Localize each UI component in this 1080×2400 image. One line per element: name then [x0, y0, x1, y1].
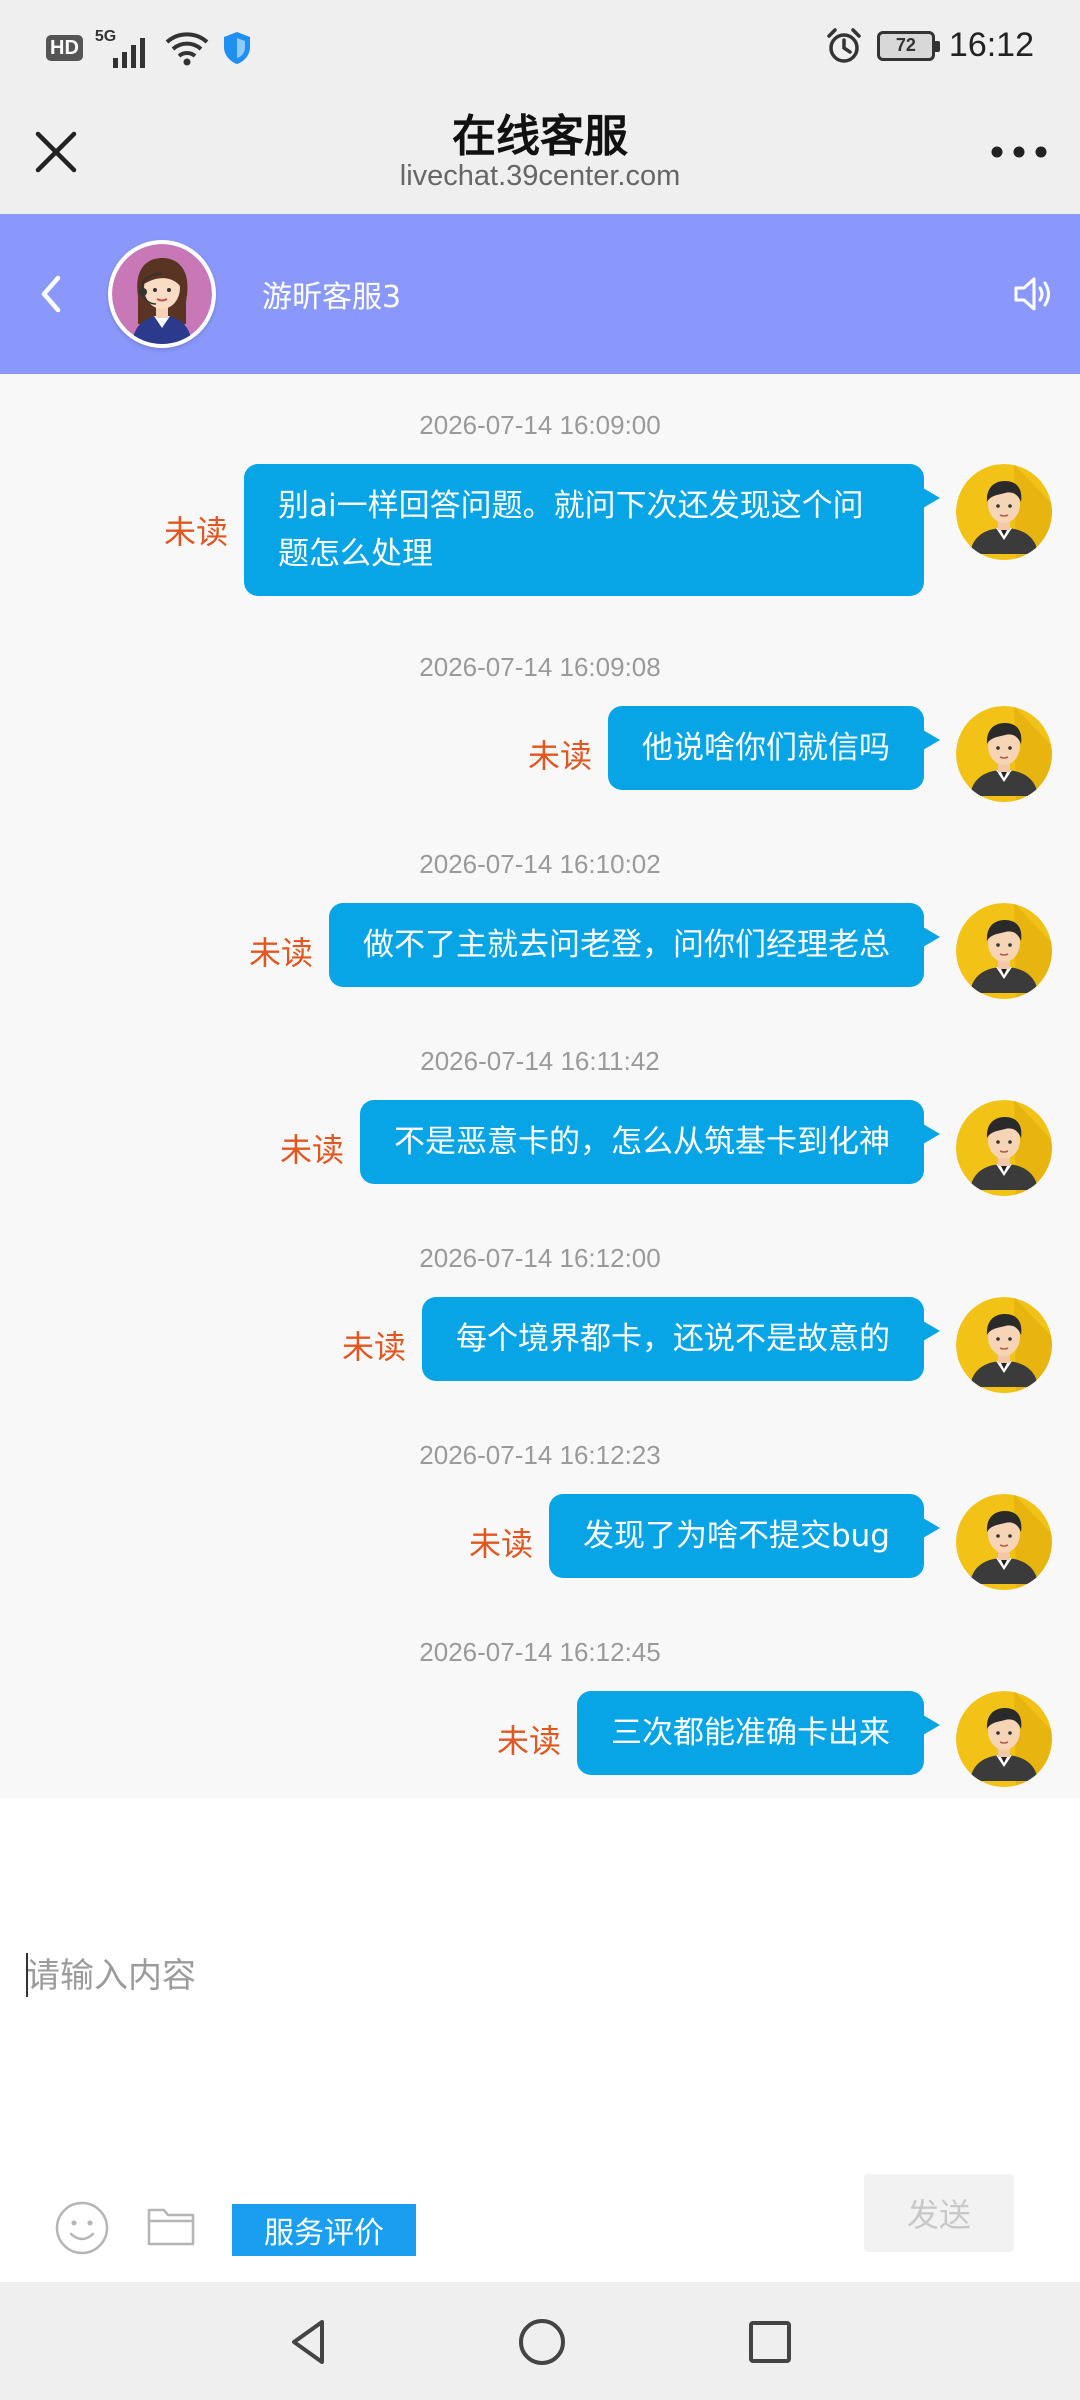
more-dots-icon: [991, 146, 1047, 158]
message-row: 未读 三次都能准确卡出来: [497, 1691, 1052, 1787]
back-button[interactable]: [26, 264, 76, 324]
browser-header: 在线客服 livechat.39center.com: [0, 96, 1080, 214]
unread-label: 未读: [527, 737, 592, 775]
message-timestamp: 2026-07-14 16:11:42: [420, 1046, 660, 1076]
message-timestamp: 2026-07-14 16:09:08: [419, 652, 661, 682]
message-row: 未读 发现了为啥不提交bug: [469, 1494, 1052, 1590]
unread-label: 未读: [341, 1328, 406, 1366]
battery-level: 72: [895, 35, 916, 55]
wifi-icon: [165, 32, 209, 66]
message-list[interactable]: 2026-07-14 16:09:00 未读 别ai一样回答问题。就问下次还发现…: [0, 374, 1080, 1798]
message-timestamp: 2026-07-14 16:12:23: [419, 1440, 661, 1470]
user-avatar: [956, 706, 1052, 802]
user-avatar: [956, 1691, 1052, 1787]
user-avatar: [956, 1297, 1052, 1393]
battery-icon: 72: [876, 30, 940, 61]
nav-home-button[interactable]: [512, 2312, 572, 2372]
status-left: HD 5G: [46, 28, 253, 68]
speaker-button[interactable]: [1010, 270, 1058, 318]
message-timestamp: 2026-07-14 16:09:00: [419, 410, 661, 440]
unread-label: 未读: [279, 1131, 344, 1169]
user-avatar: [956, 903, 1052, 999]
hd-badge: HD: [46, 35, 83, 61]
message-timestamp: 2026-07-14 16:12:45: [419, 1637, 661, 1667]
message-row: 未读 不是恶意卡的，怎么从筑基卡到化神: [280, 1100, 1052, 1196]
user-avatar: [956, 1494, 1052, 1590]
mobile-signal-icon: 5G: [95, 28, 153, 68]
agent-name: 游昕客服3: [262, 280, 402, 315]
unread-label: 未读: [163, 513, 228, 551]
folder-button[interactable]: [146, 2202, 196, 2250]
unread-label: 未读: [248, 934, 313, 972]
service-rating-button[interactable]: 服务评价: [232, 2204, 416, 2256]
message-bubble[interactable]: 别ai一样回答问题。就问下次还发现这个问题怎么处理: [244, 464, 940, 596]
system-nav-bar: [0, 2282, 1080, 2400]
emoji-button[interactable]: [54, 2200, 110, 2256]
page-url: livechat.39center.com: [399, 160, 681, 192]
circle-home-icon: [519, 2319, 565, 2365]
alarm-icon: [827, 27, 861, 63]
message-bubble[interactable]: 他说啥你们就信吗: [608, 706, 940, 790]
chevron-left-icon: [41, 275, 61, 313]
message-row: 未读 别ai一样回答问题。就问下次还发现这个问题怎么处理: [164, 464, 1052, 596]
emoji-icon: [55, 2201, 109, 2255]
shield-icon: [223, 32, 250, 64]
message-timestamp: 2026-07-14 16:12:00: [419, 1243, 661, 1273]
status-time: 16:12: [948, 26, 1034, 64]
message-bubble[interactable]: 发现了为啥不提交bug: [548, 1494, 941, 1578]
message-input[interactable]: [26, 1948, 1046, 2004]
message-bubble[interactable]: 三次都能准确卡出来: [577, 1691, 940, 1775]
unread-label: 未读: [468, 1525, 533, 1563]
square-recent-icon: [749, 2321, 791, 2363]
user-avatar: [956, 464, 1052, 560]
send-button[interactable]: 发送: [864, 2174, 1014, 2252]
user-avatar: [956, 1100, 1052, 1196]
chat-header: 游昕客服3: [0, 214, 1080, 374]
composer: 服务评价 发送: [0, 1798, 1080, 2282]
text-caret: [26, 1953, 28, 1997]
page-title: 在线客服: [452, 111, 628, 162]
status-right: 72 16:12: [825, 26, 1034, 65]
nav-recent-button[interactable]: [740, 2312, 800, 2372]
triangle-back-icon: [292, 2320, 324, 2364]
agent-avatar: [108, 240, 216, 348]
folder-icon: [147, 2208, 195, 2246]
status-bar: HD 5G 72 16:12: [0, 0, 1080, 96]
message-timestamp: 2026-07-14 16:10:02: [419, 849, 661, 879]
message-bubble[interactable]: 做不了主就去问老登，问你们经理老总: [329, 903, 940, 987]
speaker-icon: [1014, 277, 1050, 311]
message-bubble[interactable]: 每个境界都卡，还说不是故意的: [422, 1297, 940, 1381]
message-row: 未读 每个境界都卡，还说不是故意的: [342, 1297, 1052, 1393]
more-button[interactable]: [984, 128, 1054, 176]
message-row: 未读 做不了主就去问老登，问你们经理老总: [249, 903, 1052, 999]
message-row: 未读 他说啥你们就信吗: [528, 706, 1052, 802]
message-bubble[interactable]: 不是恶意卡的，怎么从筑基卡到化神: [360, 1100, 940, 1184]
nav-back-button[interactable]: [280, 2312, 340, 2372]
unread-label: 未读: [496, 1722, 561, 1760]
